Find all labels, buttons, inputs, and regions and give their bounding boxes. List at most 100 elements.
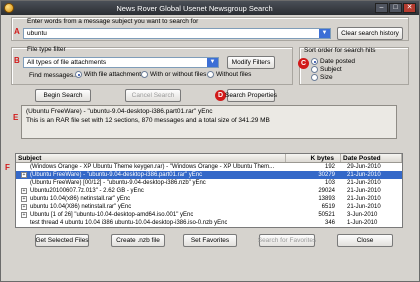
modify-filters-button[interactable]: Modify Filters xyxy=(227,56,275,69)
file-type-select[interactable]: All types of file attachments ▼ xyxy=(23,57,219,68)
search-for-favorites-button[interactable]: Search for Favorites xyxy=(258,234,316,247)
table-row[interactable]: (Ubuntu FreeWare) [00/12] - "ubuntu-9.04… xyxy=(16,179,402,187)
column-date-posted[interactable]: Date Posted xyxy=(341,154,402,162)
row-kbytes: 29024 xyxy=(318,188,335,194)
column-subject[interactable]: Subject xyxy=(16,154,286,162)
row-date-posted: 21-Jun-2010 xyxy=(347,172,381,178)
get-selected-files-button[interactable]: Get Selected Files xyxy=(35,234,89,247)
row-date-posted: 21-Jun-2010 xyxy=(347,204,381,210)
marker-e: E xyxy=(13,113,19,122)
search-prompt-label: Enter words from a message subject you w… xyxy=(27,18,199,25)
radio-dot xyxy=(311,74,318,81)
row-subject: test thread 4 ubuntu 10.04 i386 ubuntu-1… xyxy=(30,227,229,228)
radio-dot xyxy=(311,66,318,73)
subject-cell: + (Ubuntu FreeWare) - "ubuntu-9.04-deskto… xyxy=(16,171,286,179)
chevron-down-icon[interactable]: ▼ xyxy=(207,58,218,67)
radio-without-files[interactable]: Without files xyxy=(207,71,251,78)
clear-search-history-button[interactable]: Clear search history xyxy=(337,27,403,40)
row-date-posted: 21-Jun-2010 xyxy=(347,180,381,186)
chevron-down-icon[interactable]: ▼ xyxy=(319,29,330,38)
subject-cell: test thread 4 ubuntu 10.04 i386 ubuntu-1… xyxy=(16,219,286,227)
results-header: Subject K bytes Date Posted xyxy=(16,154,402,163)
row-date-posted: 1-Jun-2010 xyxy=(341,227,402,228)
subject-cell: (Windows Orange - XP Ubuntu Theme keygen… xyxy=(16,163,286,171)
row-subject: (Windows Orange - XP Ubuntu Theme keygen… xyxy=(30,164,275,170)
results-list[interactable]: Subject K bytes Date Posted (Windows Ora… xyxy=(15,153,403,228)
search-input[interactable]: ubuntu ▼ xyxy=(23,28,331,39)
subject-cell: test thread 4 ubuntu 10.04 i386 ubuntu-1… xyxy=(16,227,286,228)
close-icon[interactable]: ✕ xyxy=(403,3,416,13)
column-kbytes[interactable]: K bytes xyxy=(286,154,341,162)
subject-cell: + ubuntu 10.04(X86) netinstall.rar" yEnc xyxy=(16,203,286,211)
row-subject: (Ubuntu FreeWare) [00/12] - "ubuntu-9.04… xyxy=(30,180,206,186)
row-kbytes: 1 xyxy=(286,227,341,228)
row-kbytes: 346 xyxy=(324,220,335,226)
subject-cell: (Ubuntu FreeWare) [00/12] - "ubuntu-9.04… xyxy=(16,179,286,187)
row-subject: Ubuntu [1 of 26] "ubuntu-10.04-desktop-a… xyxy=(30,212,194,218)
expand-icon[interactable]: + xyxy=(21,204,27,210)
window-title: News Rover Global Usenet Newsgroup Searc… xyxy=(116,3,273,13)
close-button[interactable]: Close xyxy=(337,234,393,247)
expand-icon[interactable]: + xyxy=(21,188,27,194)
radio-sort-subject-label: Subject xyxy=(320,66,342,73)
begin-search-button[interactable]: Begin Search xyxy=(35,89,91,102)
set-favorites-button[interactable]: Set Favorites xyxy=(183,234,237,247)
table-row[interactable]: test thread 4 ubuntu 10.04 i386 ubuntu-1… xyxy=(16,219,402,227)
radio-with-or-without-files[interactable]: With or without files xyxy=(141,71,206,78)
radio-with-files-label: With file attachments xyxy=(84,71,145,78)
table-row[interactable]: (Windows Orange - XP Ubuntu Theme keygen… xyxy=(16,163,402,171)
row-date-posted: 29-Jun-2010 xyxy=(347,164,381,170)
radio-without-files-label: Without files xyxy=(216,71,252,78)
cancel-search-button[interactable]: Cancel Search xyxy=(125,89,181,102)
expand-icon[interactable]: + xyxy=(21,212,27,218)
row-kbytes: 192 xyxy=(324,164,335,170)
table-row[interactable]: + (Ubuntu FreeWare) - "ubuntu-9.04-deskto… xyxy=(16,171,402,179)
file-type-filter-label: File type filter xyxy=(27,46,66,53)
table-row[interactable]: + ubuntu 10.04(X86) netinstall.rar" yEnc 6… xyxy=(16,203,402,211)
row-subject: ubuntu 10.04(x86) netinstall.rar" yEnc xyxy=(30,196,131,202)
subject-cell: + ubuntu 10.04(x86) netinstall.rar" yEnc xyxy=(16,195,286,203)
row-kbytes: 30279 xyxy=(318,172,335,178)
radio-sort-size-label: Size xyxy=(320,74,333,81)
find-messages-label: Find messages... xyxy=(29,72,79,79)
selected-item-info: (Ubuntu FreeWare) - "ubuntu-9.04-desktop… xyxy=(21,105,397,139)
title-bar: News Rover Global Usenet Newsgroup Searc… xyxy=(1,1,419,15)
radio-sort-date[interactable]: Date posted xyxy=(311,58,355,65)
create-nzb-button[interactable]: Create .nzb file xyxy=(111,234,165,247)
main-window: News Rover Global Usenet Newsgroup Searc… xyxy=(0,0,420,282)
row-kbytes: 6519 xyxy=(321,204,335,210)
radio-with-files[interactable]: With file attachments xyxy=(75,71,144,78)
radio-with-or-without-files-label: With or without files xyxy=(150,71,207,78)
marker-b: B xyxy=(14,56,20,65)
radio-sort-size[interactable]: Size xyxy=(311,74,333,81)
row-date-posted: 1-Jun-2010 xyxy=(347,220,378,226)
table-row[interactable]: + Ubuntu [1 of 26] "ubuntu-10.04-desktop-… xyxy=(16,211,402,219)
app-logo-icon xyxy=(4,3,14,13)
search-properties-button[interactable]: Search Properties xyxy=(225,89,277,102)
results-rows: (Windows Orange - XP Ubuntu Theme keygen… xyxy=(16,163,402,228)
file-type-selected-text: All types of file attachments xyxy=(27,59,107,66)
row-subject: Ubuntu20100607.7z.013" - 2.62 GB - yEnc xyxy=(30,188,144,194)
info-line-1: (Ubuntu FreeWare) - "ubuntu-9.04-desktop… xyxy=(26,108,213,115)
radio-dot xyxy=(311,58,318,65)
row-subject: test thread 4 ubuntu 10.04 i386 ubuntu-1… xyxy=(30,220,228,226)
table-row[interactable]: test thread 4 ubuntu 10.04 i386 ubuntu-1… xyxy=(16,227,402,228)
expand-icon[interactable]: + xyxy=(21,196,27,202)
subject-cell: + Ubuntu [1 of 26] "ubuntu-10.04-desktop-… xyxy=(16,211,286,219)
table-row[interactable]: + ubuntu 10.04(x86) netinstall.rar" yEnc 1… xyxy=(16,195,402,203)
marker-a: A xyxy=(14,27,20,36)
minimize-icon[interactable]: – xyxy=(375,3,388,13)
info-line-2: This is an RAR file set with 12 sections… xyxy=(26,116,270,124)
row-date-posted: 21-Jun-2010 xyxy=(347,188,381,194)
sort-order-label: Sort order for search hits xyxy=(304,47,376,54)
row-subject: (Ubuntu FreeWare) - "ubuntu-9.04-desktop… xyxy=(30,172,203,178)
row-kbytes: 103 xyxy=(324,180,335,186)
row-date-posted: 21-Jun-2010 xyxy=(347,196,381,202)
maximize-icon[interactable]: □ xyxy=(389,3,402,13)
table-row[interactable]: + Ubuntu20100607.7z.013" - 2.62 GB - yEnc… xyxy=(16,187,402,195)
radio-sort-subject[interactable]: Subject xyxy=(311,66,342,73)
row-subject: ubuntu 10.04(X86) netinstall.rar" yEnc xyxy=(30,204,132,210)
radio-dot xyxy=(141,71,148,78)
expand-icon[interactable]: + xyxy=(21,172,27,178)
radio-dot xyxy=(207,71,214,78)
